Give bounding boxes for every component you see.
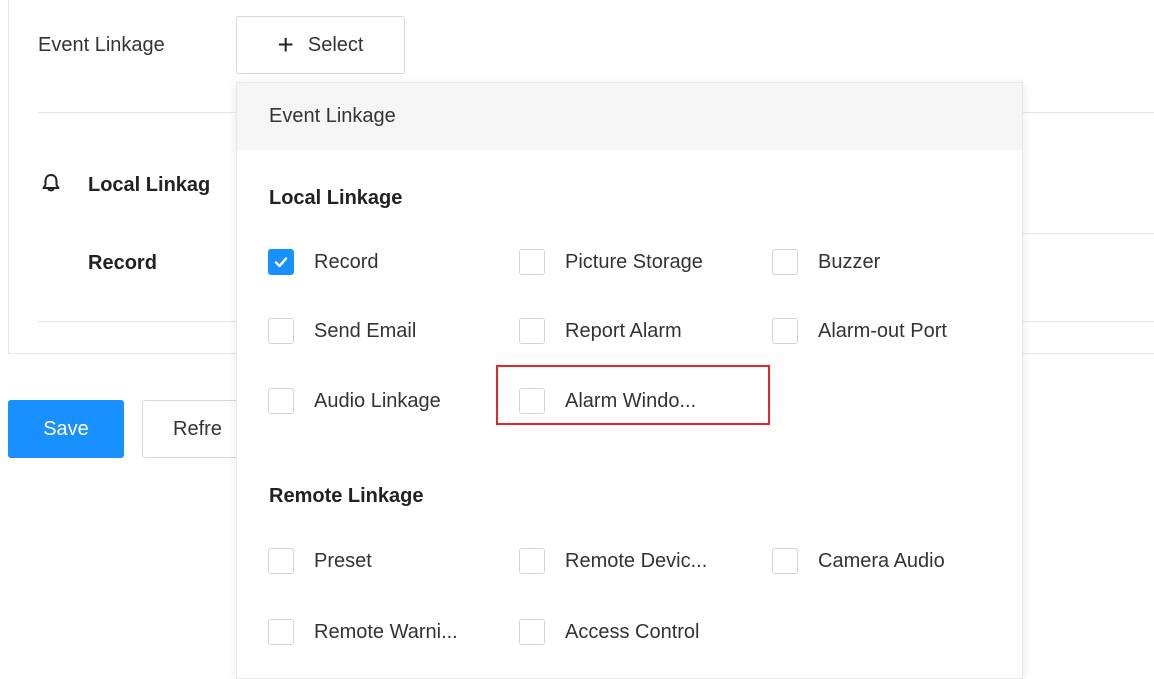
option-label: Alarm-out Port xyxy=(818,319,947,342)
divider xyxy=(1020,233,1154,234)
option-audio-linkage[interactable]: Audio Linkage xyxy=(268,386,441,416)
option-alarm-out-port[interactable]: Alarm-out Port xyxy=(772,316,947,346)
local-linkage-section-title: Local Linkage xyxy=(269,187,403,209)
remote-linkage-section-title: Remote Linkage xyxy=(269,485,424,507)
checkbox[interactable] xyxy=(519,619,545,645)
option-label: Alarm Windo... xyxy=(565,389,697,412)
bell-icon xyxy=(42,174,60,192)
option-label: Buzzer xyxy=(818,250,881,273)
option-label: Send Email xyxy=(314,319,417,342)
check-icon xyxy=(274,257,288,268)
option-alarm-window[interactable]: Alarm Windo... xyxy=(519,386,696,416)
plus-icon: + xyxy=(277,29,294,60)
checkbox[interactable] xyxy=(519,548,545,574)
checkbox[interactable] xyxy=(519,388,545,414)
checkbox[interactable] xyxy=(268,619,294,645)
checkbox[interactable] xyxy=(519,318,545,344)
option-label: Report Alarm xyxy=(565,319,682,342)
checkbox[interactable] xyxy=(268,318,294,344)
checkbox[interactable] xyxy=(268,388,294,414)
event-linkage-dropdown: Event Linkage Local Linkage Record Pictu… xyxy=(236,82,1023,679)
option-label: Remote Devic... xyxy=(565,549,708,572)
option-label: Camera Audio xyxy=(818,549,945,572)
option-camera-audio[interactable]: Camera Audio xyxy=(772,546,945,576)
option-report-alarm[interactable]: Report Alarm xyxy=(519,316,682,346)
checkbox[interactable] xyxy=(268,548,294,574)
option-access-control[interactable]: Access Control xyxy=(519,617,700,647)
option-label: Access Control xyxy=(565,620,700,643)
checkbox[interactable] xyxy=(772,548,798,574)
local-linkage-title: Local Linkag xyxy=(88,174,211,196)
select-button[interactable]: + Select xyxy=(236,16,405,74)
checkbox[interactable] xyxy=(772,318,798,344)
option-send-email[interactable]: Send Email xyxy=(268,316,416,346)
refresh-button-label: Refre xyxy=(173,417,222,440)
checkbox[interactable] xyxy=(519,249,545,275)
option-picture-storage[interactable]: Picture Storage xyxy=(519,247,703,277)
option-label: Preset xyxy=(314,549,372,572)
option-label: Audio Linkage xyxy=(314,389,441,412)
checkbox[interactable] xyxy=(268,249,294,275)
option-remote-warning[interactable]: Remote Warni... xyxy=(268,617,458,647)
dropdown-header: Event Linkage xyxy=(237,83,1022,150)
event-linkage-label: Event Linkage xyxy=(38,34,165,56)
save-button[interactable]: Save xyxy=(8,400,124,458)
select-button-label: Select xyxy=(307,33,364,56)
option-preset[interactable]: Preset xyxy=(268,546,372,576)
option-record[interactable]: Record xyxy=(268,247,378,277)
record-label: Record xyxy=(88,252,157,274)
option-label: Remote Warni... xyxy=(314,620,458,643)
option-buzzer[interactable]: Buzzer xyxy=(772,247,880,277)
checkbox[interactable] xyxy=(772,249,798,275)
option-remote-device[interactable]: Remote Devic... xyxy=(519,546,707,576)
option-label: Picture Storage xyxy=(565,250,703,273)
option-label: Record xyxy=(314,250,379,273)
